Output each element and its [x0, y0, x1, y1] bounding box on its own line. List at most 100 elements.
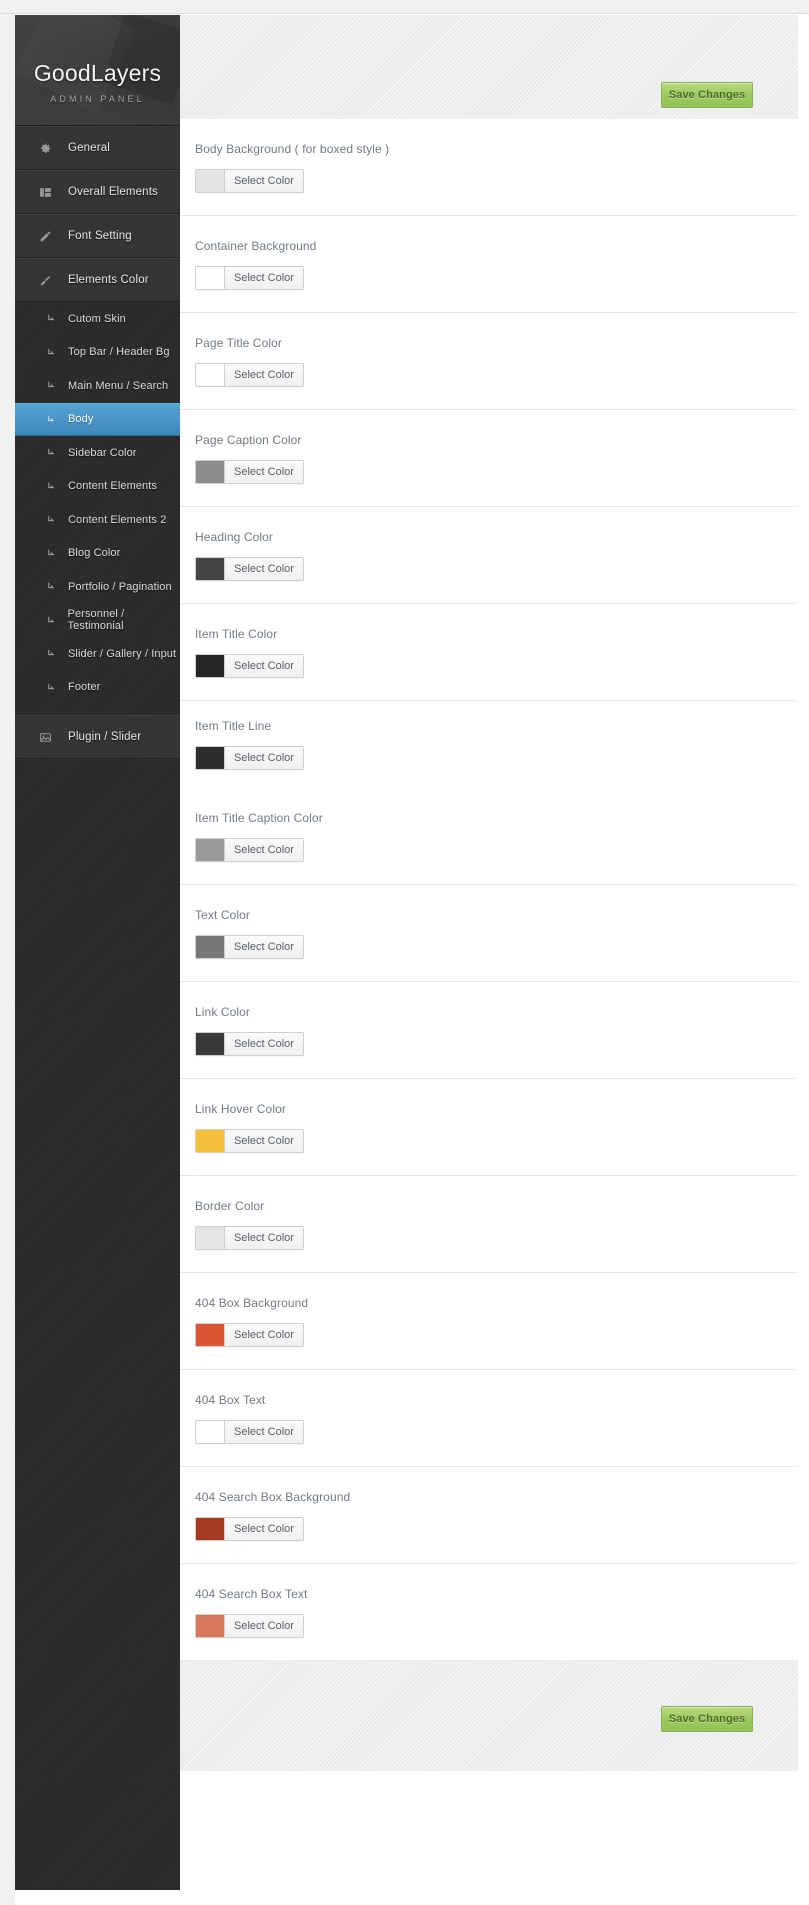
admin-panel-page: GoodLayers ADMIN PANEL General Overall El… [0, 0, 809, 1905]
pencil-icon [39, 230, 59, 243]
arrow-down-right-icon [46, 414, 62, 425]
sidebar-subitem-body[interactable]: Body [15, 402, 180, 436]
color-picker-button[interactable]: Select Color [195, 363, 304, 387]
color-picker-button[interactable]: Select Color [195, 1420, 304, 1444]
color-field-row: 404 Search Box Background Select Color [180, 1467, 798, 1564]
color-field-row: Item Title Line Select Color [180, 701, 798, 788]
arrow-down-right-icon [46, 615, 62, 626]
color-swatch[interactable] [196, 364, 225, 386]
sidebar-subitem-footer[interactable]: Footer [15, 671, 180, 705]
sidebar-subitem-label: Body [68, 413, 94, 426]
color-field-row: Border Color Select Color [180, 1176, 798, 1273]
sidebar-subitem-content-elements-2[interactable]: Content Elements 2 [15, 503, 180, 537]
color-picker-button[interactable]: Select Color [195, 1226, 304, 1250]
color-swatch[interactable] [196, 558, 225, 580]
arrow-down-right-icon [46, 347, 62, 358]
sidebar-subitem-cutom-skin[interactable]: Cutom Skin [15, 302, 180, 336]
top-strip [0, 0, 809, 14]
color-field-row: Container Background Select Color [180, 216, 798, 313]
color-picker-button[interactable]: Select Color [195, 1032, 304, 1056]
arrow-down-right-icon [46, 380, 62, 391]
color-picker-button[interactable]: Select Color [195, 1517, 304, 1541]
select-color-label: Select Color [225, 1324, 303, 1346]
color-swatch[interactable] [196, 1033, 225, 1055]
sidebar-item-general[interactable]: General [15, 126, 180, 170]
select-color-label: Select Color [225, 1421, 303, 1443]
color-swatch[interactable] [196, 170, 225, 192]
color-swatch[interactable] [196, 1324, 225, 1346]
sidebar-item-label: Elements Color [68, 274, 149, 286]
color-swatch[interactable] [196, 1130, 225, 1152]
save-changes-button-top[interactable]: Save Changes [661, 82, 753, 108]
image-icon [39, 731, 59, 744]
color-swatch[interactable] [196, 461, 225, 483]
color-picker-button[interactable]: Select Color [195, 746, 304, 770]
sidebar-subitem-top-bar-header-bg[interactable]: Top Bar / Header Bg [15, 336, 180, 370]
select-color-label: Select Color [225, 1130, 303, 1152]
color-swatch[interactable] [196, 1615, 225, 1637]
color-field-label: Link Color [195, 1005, 251, 1019]
arrow-down-right-icon [46, 447, 62, 458]
toolbar-top: Save Changes [180, 15, 798, 119]
sidebar-item-plugin-slider[interactable]: Plugin / Slider [15, 715, 180, 759]
sidebar-item-overall-elements[interactable]: Overall Elements [15, 170, 180, 214]
sidebar-item-label: Font Setting [68, 230, 132, 242]
color-field-row: Page Caption Color Select Color [180, 410, 798, 507]
color-field-label: Item Title Caption Color [195, 811, 323, 825]
arrow-down-right-icon [46, 481, 62, 492]
color-field-row: Item Title Color Select Color [180, 604, 798, 701]
color-picker-button[interactable]: Select Color [195, 1323, 304, 1347]
color-field-row: Link Color Select Color [180, 982, 798, 1079]
color-field-label: 404 Box Background [195, 1296, 309, 1310]
sidebar-item-font-setting[interactable]: Font Setting [15, 214, 180, 258]
color-picker-button[interactable]: Select Color [195, 557, 304, 581]
sidebar-subitem-portfolio-pagination[interactable]: Portfolio / Pagination [15, 570, 180, 604]
color-field-label: Border Color [195, 1199, 265, 1213]
select-color-label: Select Color [225, 267, 303, 289]
sidebar-subitem-main-menu-search[interactable]: Main Menu / Search [15, 369, 180, 403]
sidebar: GoodLayers ADMIN PANEL General Overall El… [15, 15, 180, 1890]
color-field-label: Page Title Color [195, 336, 282, 350]
sidebar-subitem-sidebar-color[interactable]: Sidebar Color [15, 436, 180, 470]
color-swatch[interactable] [196, 1227, 225, 1249]
color-swatch[interactable] [196, 1518, 225, 1540]
color-picker-button[interactable]: Select Color [195, 169, 304, 193]
color-swatch[interactable] [196, 655, 225, 677]
arrow-down-right-icon [46, 682, 62, 693]
select-color-label: Select Color [225, 461, 303, 483]
gear-icon [39, 142, 59, 155]
color-swatch[interactable] [196, 936, 225, 958]
color-swatch[interactable] [196, 1421, 225, 1443]
select-color-label: Select Color [225, 1227, 303, 1249]
color-swatch[interactable] [196, 747, 225, 769]
color-swatch[interactable] [196, 267, 225, 289]
select-color-label: Select Color [225, 1033, 303, 1055]
sidebar-top-nav: General Overall Elements Font Setting Eleme… [15, 126, 180, 302]
color-picker-button[interactable]: Select Color [195, 654, 304, 678]
color-picker-button[interactable]: Select Color [195, 266, 304, 290]
color-field-label: Page Caption Color [195, 433, 302, 447]
color-field-label: Container Background [195, 239, 317, 253]
color-picker-button[interactable]: Select Color [195, 838, 304, 862]
color-picker-button[interactable]: Select Color [195, 460, 304, 484]
save-changes-button-bottom[interactable]: Save Changes [661, 1706, 753, 1732]
sidebar-item-label: General [68, 142, 110, 154]
sidebar-subitem-content-elements[interactable]: Content Elements [15, 470, 180, 504]
sidebar-subitem-personnel-testimonial[interactable]: Personnel / Testimonial [15, 604, 180, 638]
sidebar-subitem-label: Content Elements 2 [68, 513, 167, 526]
color-picker-button[interactable]: Select Color [195, 1129, 304, 1153]
color-swatch[interactable] [196, 839, 225, 861]
toolbar-bottom: Save Changes [180, 1661, 798, 1771]
color-picker-button[interactable]: Select Color [195, 1614, 304, 1638]
select-color-label: Select Color [225, 170, 303, 192]
sidebar-subitem-label: Footer [68, 681, 101, 694]
color-field-label: 404 Search Box Background [195, 1490, 351, 1504]
color-field-label: Heading Color [195, 530, 274, 544]
sidebar-subitem-label: Portfolio / Pagination [68, 580, 172, 593]
sidebar-subitem-blog-color[interactable]: Blog Color [15, 537, 180, 571]
color-picker-button[interactable]: Select Color [195, 935, 304, 959]
sidebar-item-elements-color[interactable]: Elements Color [15, 258, 180, 302]
sidebar-item-label: Plugin / Slider [68, 731, 142, 743]
sidebar-subitem-slider-gallery-input[interactable]: Slider / Gallery / Input [15, 637, 180, 671]
brand-subtitle: ADMIN PANEL [50, 94, 145, 104]
